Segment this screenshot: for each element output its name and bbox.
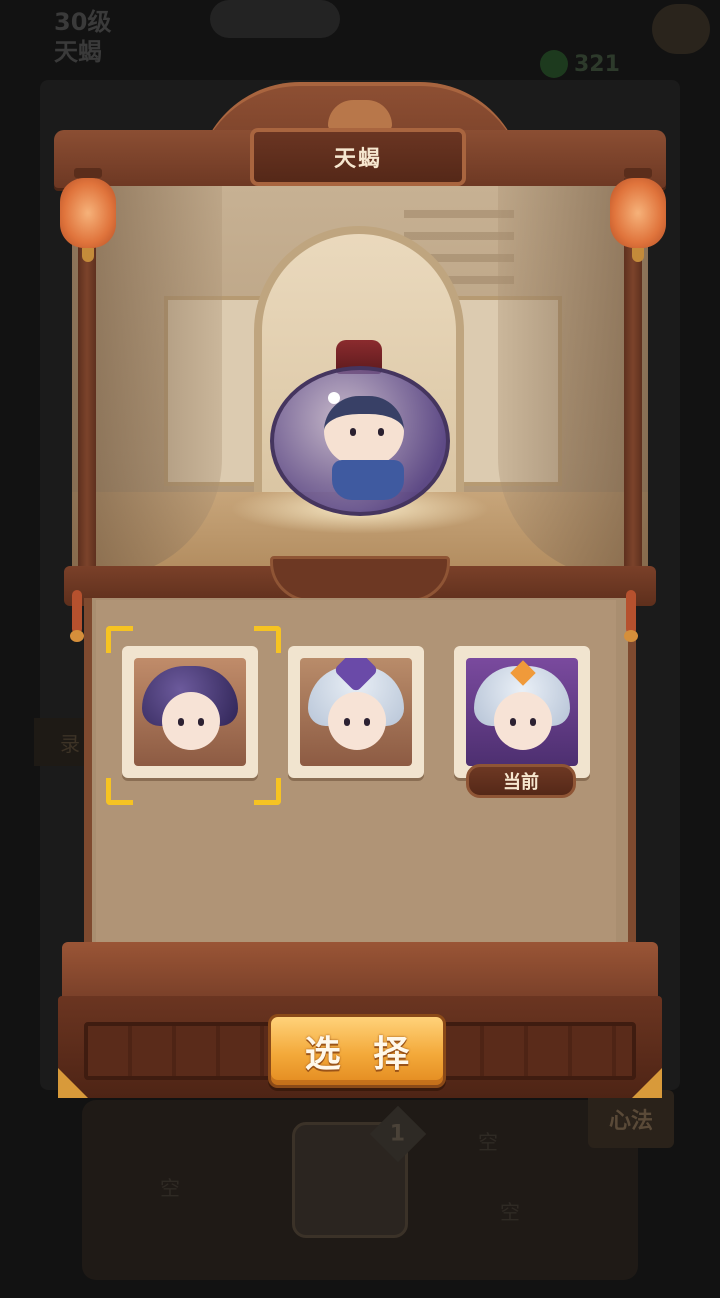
background-empty-slot-bottom: 空 [500, 1200, 520, 1224]
current-skin-badge: 当前 [466, 764, 576, 798]
selection-corner-top-right [254, 626, 281, 653]
bottle-highlight [328, 392, 340, 404]
skin-card-purple-hat[interactable] [288, 646, 424, 778]
lantern-right-icon [610, 168, 666, 262]
background-jade-icon [540, 50, 568, 78]
portrait-face [494, 692, 552, 750]
rope-left [70, 590, 84, 642]
background-left-tab: 录 [34, 718, 84, 766]
portrait-eye-left [510, 718, 516, 726]
background-name-text: 天蝎 [54, 38, 102, 66]
select-button[interactable]: 选 择 [268, 1014, 446, 1088]
panel-header-ornament [270, 556, 450, 602]
background-count: 321 [574, 52, 620, 77]
skin-card-crown[interactable] [454, 646, 590, 778]
background-top-pill [210, 0, 340, 38]
background-slot-number: 1 [390, 1121, 406, 1147]
skin-card-bottle-pet[interactable] [122, 646, 258, 778]
skin-portrait-purple-hat [300, 658, 412, 766]
background-empty-slot-right: 空 [478, 1130, 498, 1154]
skin-portrait-crown [466, 658, 578, 766]
skin-portrait-bottle-pet [134, 658, 246, 766]
portrait-eye-left [344, 718, 350, 726]
skin-title-plaque: 天蝎 [250, 128, 466, 186]
portrait-face [328, 692, 386, 750]
pet-eye-right [378, 428, 384, 436]
selection-corner-bottom-right [254, 778, 281, 805]
rope-right [624, 590, 638, 642]
portrait-eye-right [530, 718, 536, 726]
portrait-eye-right [198, 718, 204, 726]
portrait-eye-right [364, 718, 370, 726]
base-top-beam [62, 942, 658, 998]
pet-robe [332, 460, 404, 500]
selection-corner-bottom-left [106, 778, 133, 805]
lantern-left-icon [60, 168, 116, 262]
game-screen: 30级 天蝎 321 录 1 空 空 空 心法 天蝎 当前 选 择 [0, 0, 720, 1298]
pet-eye-left [350, 428, 356, 436]
background-menu-icon [652, 4, 710, 54]
background-empty-slot-left: 空 [160, 1176, 180, 1200]
roof-ornament [328, 100, 392, 130]
selection-corner-top-left [106, 626, 133, 653]
portrait-face [162, 692, 220, 750]
portrait-eye-left [178, 718, 184, 726]
pet-preview-bottle [270, 340, 450, 520]
pet-head [324, 396, 404, 466]
background-xinfa-button: 心法 [588, 1090, 674, 1148]
